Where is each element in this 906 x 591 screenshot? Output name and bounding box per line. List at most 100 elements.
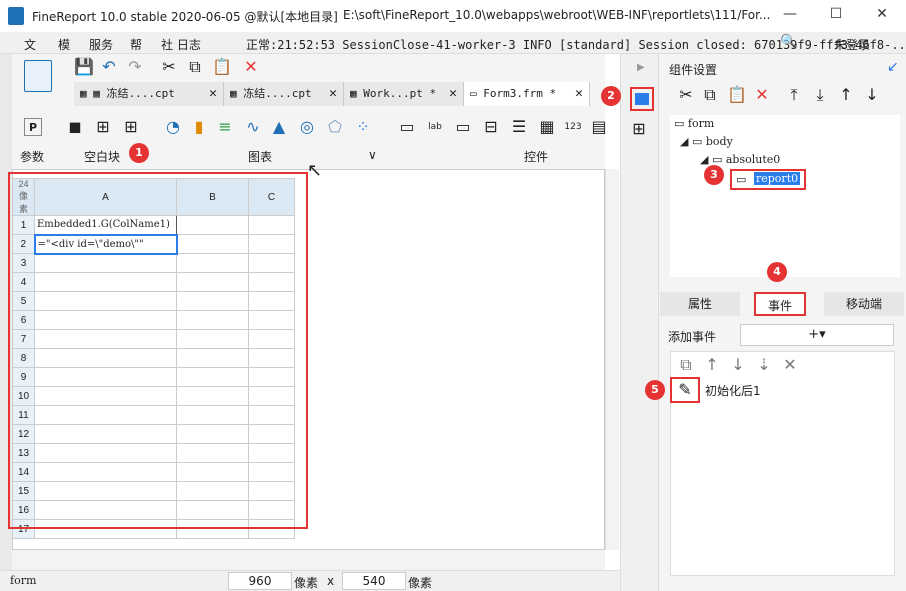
tab-close-icon[interactable]: ✕: [209, 82, 217, 106]
gauge-chart-icon[interactable]: ◎: [298, 118, 316, 136]
textarea-widget-icon[interactable]: ▤: [590, 118, 608, 136]
maximize-button[interactable]: ☐: [826, 6, 846, 26]
cut-icon[interactable]: ✂: [160, 58, 178, 76]
tab-freeze-2[interactable]: ▦ 冻结....cpt ✕: [224, 82, 344, 106]
absolute-layout-icon[interactable]: ◼: [66, 118, 84, 136]
search-icon[interactable]: 🔍: [780, 34, 797, 50]
radar-chart-icon[interactable]: ⬠: [326, 118, 344, 136]
cut-icon[interactable]: ✂: [677, 86, 695, 104]
parameter-icon[interactable]: P: [24, 118, 42, 136]
tab-close-icon[interactable]: ✕: [575, 82, 583, 106]
step-badge-2: 2: [601, 86, 621, 106]
move-top-icon[interactable]: ⤒: [785, 86, 803, 104]
copy-event-icon[interactable]: ⧉: [677, 356, 695, 374]
move-down-icon[interactable]: ↓: [729, 356, 747, 374]
menu-bar: 文 模 服务 帮 社 日志 正常:21:52:53 SessionClose-4…: [0, 32, 906, 54]
button-widget-icon[interactable]: ▭: [398, 118, 416, 136]
section-widgets: 控件: [524, 150, 549, 164]
component-tree: ▭ form ◢ ▭ body ◢ ▭ absolute0 ▭ report0 …: [670, 115, 900, 277]
menu-template[interactable]: 模: [58, 36, 70, 53]
report-block-highlight: [8, 172, 308, 529]
tab-events[interactable]: 事件: [754, 292, 806, 316]
tab-freeze-1[interactable]: ▦ ▦ 冻结....cpt ✕: [74, 82, 224, 106]
login-status[interactable]: 未登录: [834, 36, 870, 53]
copy-icon[interactable]: ⧉: [186, 58, 204, 76]
tree-node-body[interactable]: ◢ ▭ body: [680, 135, 733, 148]
pin-icon[interactable]: ↙: [887, 59, 899, 75]
section-blank: 空白块: [84, 150, 121, 164]
tree-node-absolute[interactable]: ◢ ▭ absolute0: [700, 153, 780, 166]
edit-event-button[interactable]: ✎: [670, 377, 700, 403]
remove-icon[interactable]: ✕: [781, 356, 799, 374]
redo-icon[interactable]: ↷: [126, 58, 144, 76]
scatter-chart-icon[interactable]: ⁘: [354, 118, 372, 136]
tab-mobile[interactable]: 移动端: [824, 292, 904, 316]
event-item[interactable]: 初始化后1: [705, 382, 761, 399]
move-down-icon[interactable]: ↓: [863, 86, 881, 104]
file-path: E:\soft\FineReport_10.0\webapps\webroot\…: [343, 8, 771, 22]
report-icon: ▭: [736, 173, 747, 186]
area-chart-icon[interactable]: ▲: [270, 118, 288, 136]
panel-title: 组件设置: [669, 63, 718, 77]
mouse-cursor-icon: ↖: [307, 160, 323, 181]
app-title: FineReport 10.0 stable 2020-06-05 @默认[本地…: [32, 10, 338, 24]
tree-node-report[interactable]: ▭ report0: [730, 169, 806, 190]
move-up-icon[interactable]: ↑: [837, 86, 855, 104]
copy-icon[interactable]: ⧉: [701, 86, 719, 104]
pie-chart-icon[interactable]: ◔: [164, 118, 182, 136]
width-input[interactable]: 960: [228, 572, 292, 590]
delete-icon[interactable]: ✕: [753, 86, 771, 104]
layout-icon[interactable]: ⊞: [630, 120, 648, 138]
settings-panel-icon: [635, 93, 649, 105]
chevron-down-icon[interactable]: ∨: [368, 148, 377, 162]
tab-close-icon[interactable]: ✕: [329, 82, 337, 106]
paste-icon[interactable]: 📋: [212, 58, 232, 76]
tab-work[interactable]: ▦ Work...pt * ✕: [344, 82, 464, 106]
event-list: ⧉ ↑ ↓ ⇣ ✕ ✎ 初始化后1: [670, 351, 895, 576]
vertical-scrollbar[interactable]: [605, 169, 619, 550]
number-widget-icon[interactable]: 123: [564, 118, 582, 136]
menu-help[interactable]: 帮: [130, 36, 142, 53]
form-icon: ▭: [470, 87, 484, 100]
save-icon[interactable]: 💾: [74, 58, 94, 76]
height-input[interactable]: 540: [342, 572, 406, 590]
label-widget-icon[interactable]: lab: [426, 118, 444, 136]
paste-icon[interactable]: 📋: [727, 86, 747, 104]
template-dataset-icon[interactable]: [24, 60, 52, 92]
status-form-label: form: [10, 574, 37, 587]
bar-chart-icon[interactable]: ▮: [190, 118, 208, 136]
tree-node-form[interactable]: ▭ form: [674, 117, 714, 130]
add-event-button[interactable]: +▾: [740, 324, 894, 346]
line-chart-icon[interactable]: ∿: [244, 118, 262, 136]
tab-properties[interactable]: 属性: [660, 292, 740, 316]
move-up-icon[interactable]: ↑: [703, 356, 721, 374]
hbar-chart-icon[interactable]: ≡: [216, 118, 234, 136]
menu-file[interactable]: 文: [24, 36, 36, 53]
close-button[interactable]: ✕: [872, 6, 892, 26]
combobox-widget-icon[interactable]: ⊟: [482, 118, 500, 136]
tab-close-icon[interactable]: ✕: [449, 82, 457, 106]
menu-server[interactable]: 服务: [89, 36, 113, 53]
component-settings-toggle[interactable]: [630, 87, 654, 111]
minimize-button[interactable]: —: [780, 6, 800, 26]
px-label-1: 像素: [294, 576, 319, 590]
expand-icon[interactable]: ◢: [700, 153, 712, 166]
expand-icon[interactable]: ◢: [680, 135, 692, 148]
undo-icon[interactable]: ↶: [100, 58, 118, 76]
log-message: 正常:21:52:53 SessionClose-41-worker-3 INF…: [246, 38, 906, 52]
date-widget-icon[interactable]: ▦: [538, 118, 556, 136]
report-icon: ▦: [350, 87, 364, 100]
step-badge-1: 1: [129, 143, 149, 163]
horizontal-scrollbar[interactable]: [12, 550, 605, 570]
grid-layout-icon[interactable]: ⊞: [122, 118, 140, 136]
delete-icon[interactable]: ✕: [242, 58, 260, 76]
menu-community-log[interactable]: 社 日志: [161, 36, 201, 53]
tab-form3[interactable]: ▭ Form3.frm * ✕: [464, 82, 590, 106]
list-widget-icon[interactable]: ☰: [510, 118, 528, 136]
chevron-right-icon[interactable]: ▶: [637, 62, 645, 73]
textbox-widget-icon[interactable]: ▭: [454, 118, 472, 136]
sort-icon[interactable]: ⇣: [755, 356, 773, 374]
tab-layout-icon[interactable]: ⊞: [94, 118, 112, 136]
times-label: x: [327, 574, 335, 588]
move-bottom-icon[interactable]: ⤓: [811, 86, 829, 104]
